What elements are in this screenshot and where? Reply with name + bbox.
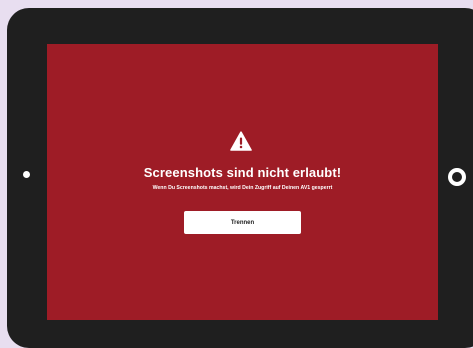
tablet-frame: Screenshots sind nicht erlaubt! Wenn Du … xyxy=(7,8,473,348)
disconnect-button[interactable]: Trennen xyxy=(184,211,301,234)
dialog-title: Screenshots sind nicht erlaubt! xyxy=(143,165,342,180)
screenshot-blocked-screen: Screenshots sind nicht erlaubt! Wenn Du … xyxy=(47,44,438,320)
dialog-message: Wenn Du Screenshots machst, wird Dein Zu… xyxy=(152,185,333,191)
warning-triangle-icon xyxy=(230,131,252,151)
camera-dot xyxy=(23,171,30,178)
home-button[interactable] xyxy=(448,168,466,186)
